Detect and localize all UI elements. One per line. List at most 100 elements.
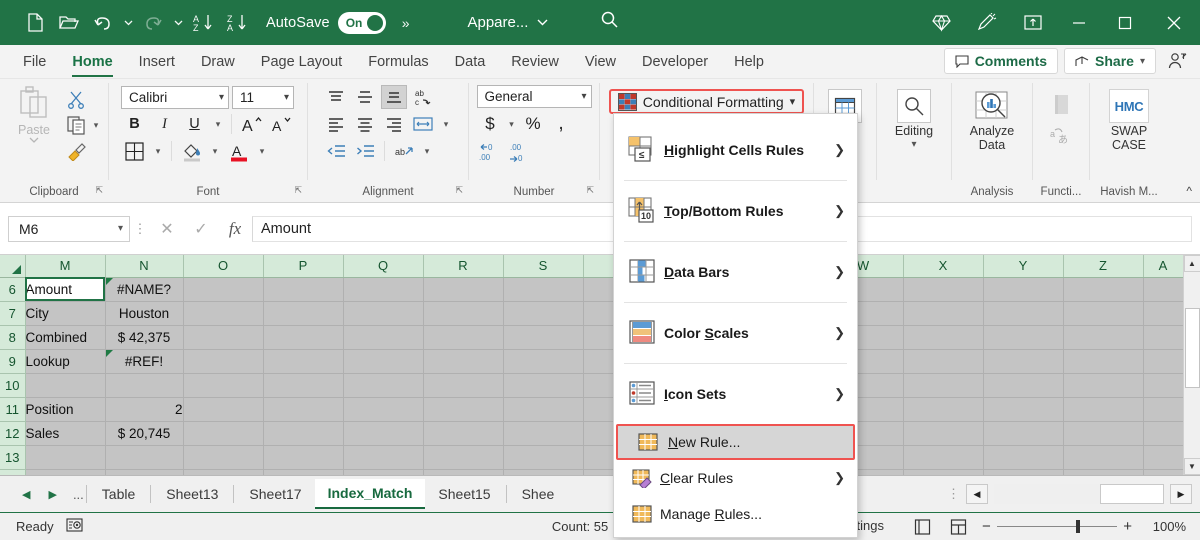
cell-S6[interactable] xyxy=(503,277,584,302)
increase-decimal-button[interactable]: .00 0 xyxy=(477,140,504,164)
enter-icon[interactable]: ✓ xyxy=(184,215,218,243)
cell-S8[interactable] xyxy=(503,325,584,350)
tab-home[interactable]: Home xyxy=(59,46,125,78)
column-header-P[interactable]: P xyxy=(263,255,344,278)
cell-AA9[interactable] xyxy=(1143,349,1184,374)
functions-button[interactable]: aあ xyxy=(1041,85,1081,146)
increase-indent-button[interactable] xyxy=(352,139,378,163)
align-center-button[interactable] xyxy=(352,112,378,136)
increase-font-size-button[interactable]: A xyxy=(238,112,265,136)
decrease-decimal-button[interactable]: .00 0 xyxy=(508,140,535,164)
cell-AA13[interactable] xyxy=(1143,445,1184,470)
number-dialog-launcher[interactable]: ⇱ xyxy=(586,180,594,200)
sort-ascending-icon[interactable]: AZ xyxy=(186,7,220,39)
cell-P7[interactable] xyxy=(263,301,344,326)
menu-item-color-scales[interactable]: Color Scales ❯ xyxy=(614,303,857,363)
sheet-tab-table[interactable]: Table xyxy=(89,479,148,509)
cell-AA12[interactable] xyxy=(1143,421,1184,446)
scroll-down-icon[interactable]: ▼ xyxy=(1183,458,1200,475)
redo-dropdown-icon[interactable] xyxy=(170,7,186,39)
cell-S13[interactable] xyxy=(503,445,584,470)
next-sheet-icon[interactable]: ▶ xyxy=(48,488,56,501)
cell-R8[interactable] xyxy=(423,325,504,350)
comma-style-button[interactable]: , xyxy=(548,112,575,136)
sheet-tab-sheet15[interactable]: Sheet15 xyxy=(425,479,503,509)
cell-S10[interactable] xyxy=(503,373,584,398)
cell-O7[interactable] xyxy=(183,301,264,326)
borders-dropdown-icon[interactable]: ▾ xyxy=(151,146,165,157)
undo-dropdown-icon[interactable] xyxy=(120,7,136,39)
menu-item-icon-sets[interactable]: Icon Sets ❯ xyxy=(614,364,857,424)
cell-M12[interactable]: Sales xyxy=(25,421,106,446)
row-header-10[interactable]: 10 xyxy=(0,373,26,398)
cell-R12[interactable] xyxy=(423,421,504,446)
cell-X12[interactable] xyxy=(903,421,984,446)
copy-dropdown-icon[interactable]: ▾ xyxy=(89,120,103,131)
editing-button[interactable]: Editing ▾ xyxy=(883,85,945,150)
cell-M7[interactable]: City xyxy=(25,301,106,326)
text-direction-button[interactable]: ab xyxy=(391,139,417,163)
decrease-indent-button[interactable] xyxy=(323,139,349,163)
menu-item-highlight-cells-rules[interactable]: ≤ Highlight Cells Rules ❯ xyxy=(614,120,857,180)
cell-X9[interactable] xyxy=(903,349,984,374)
redo-icon[interactable] xyxy=(136,7,170,39)
cut-button[interactable] xyxy=(63,87,89,111)
scroll-left-icon[interactable]: ◀ xyxy=(966,484,988,504)
number-format-combo[interactable]: General ▾ xyxy=(476,85,592,108)
cell-O11[interactable] xyxy=(183,397,264,422)
paste-button[interactable]: Paste xyxy=(5,85,63,143)
zoom-level[interactable]: 100% xyxy=(1144,519,1186,534)
column-header-Q[interactable]: Q xyxy=(343,255,424,278)
merge-dropdown-icon[interactable]: ▾ xyxy=(439,119,453,130)
cell-X11[interactable] xyxy=(903,397,984,422)
autosave-toggle[interactable]: On xyxy=(337,11,386,34)
select-all-corner[interactable] xyxy=(0,255,26,278)
column-header-M[interactable]: M xyxy=(25,255,106,278)
cell-M13[interactable] xyxy=(25,445,106,470)
cell-Y11[interactable] xyxy=(983,397,1064,422)
font-dialog-launcher[interactable]: ⇱ xyxy=(294,180,302,200)
zoom-track[interactable] xyxy=(996,519,1118,533)
cell-Z6[interactable] xyxy=(1063,277,1144,302)
cell-M10[interactable] xyxy=(25,373,106,398)
cell-N9[interactable]: #REF! xyxy=(105,349,184,374)
currency-dropdown-icon[interactable]: ▾ xyxy=(505,119,519,130)
column-header-S[interactable]: S xyxy=(503,255,584,278)
underline-dropdown-icon[interactable]: ▾ xyxy=(211,119,225,130)
chevron-down-icon[interactable]: ▾ xyxy=(1140,56,1145,67)
cell-AA11[interactable] xyxy=(1143,397,1184,422)
sheet-overflow-ellipsis[interactable]: ... xyxy=(73,487,84,502)
cell-S11[interactable] xyxy=(503,397,584,422)
cell-R7[interactable] xyxy=(423,301,504,326)
tab-review[interactable]: Review xyxy=(498,46,572,78)
row-header-8[interactable]: 8 xyxy=(0,325,26,350)
insert-function-icon[interactable]: fx xyxy=(218,215,252,243)
cell-Q8[interactable] xyxy=(343,325,424,350)
cell-X8[interactable] xyxy=(903,325,984,350)
scroll-up-icon[interactable]: ▲ xyxy=(1183,255,1200,272)
font-name-combo[interactable]: Calibri ▾ xyxy=(121,85,229,109)
menu-item-clear-rules[interactable]: Clear Rules ❯ xyxy=(614,460,857,496)
alignment-dialog-launcher[interactable]: ⇱ xyxy=(455,180,463,200)
cell-Y7[interactable] xyxy=(983,301,1064,326)
vertical-scroll-thumb[interactable] xyxy=(1184,308,1200,388)
borders-button[interactable] xyxy=(121,139,148,163)
zoom-slider[interactable]: − + xyxy=(982,518,1132,535)
tab-page-layout[interactable]: Page Layout xyxy=(248,46,355,78)
row-header-11[interactable]: 11 xyxy=(0,397,26,422)
column-header-Y[interactable]: Y xyxy=(983,255,1064,278)
sheet-tab-sheet13[interactable]: Sheet13 xyxy=(153,479,231,509)
tab-draw[interactable]: Draw xyxy=(188,46,248,78)
cell-Q9[interactable] xyxy=(343,349,424,374)
bold-button[interactable]: B xyxy=(121,112,148,136)
cell-S12[interactable] xyxy=(503,421,584,446)
cell-Z7[interactable] xyxy=(1063,301,1144,326)
undo-icon[interactable] xyxy=(86,7,120,39)
cell-O10[interactable] xyxy=(183,373,264,398)
share-button[interactable]: Share ▾ xyxy=(1064,48,1156,74)
document-title[interactable]: Appare... xyxy=(467,14,548,31)
cell-M9[interactable]: Lookup xyxy=(25,349,106,374)
cell-N10[interactable] xyxy=(105,373,184,398)
cell-P10[interactable] xyxy=(263,373,344,398)
align-bottom-button[interactable] xyxy=(381,85,407,109)
